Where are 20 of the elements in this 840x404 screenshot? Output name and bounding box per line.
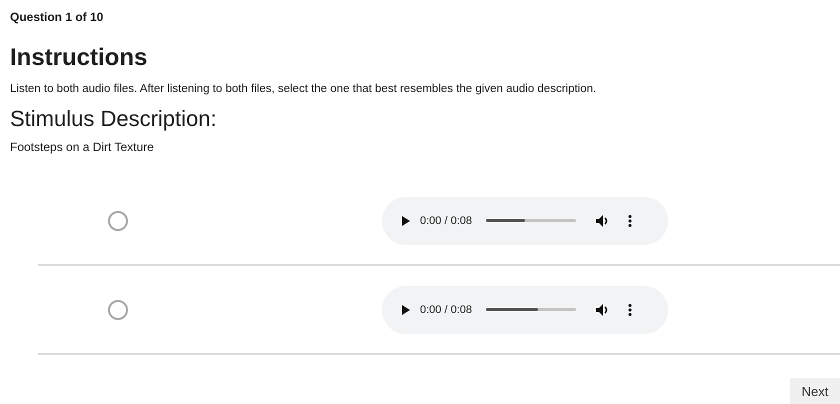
question-counter: Question 1 of 10	[10, 9, 104, 25]
progress-track[interactable]	[486, 219, 576, 222]
instructions-heading: Instructions	[10, 43, 148, 73]
audio-player[interactable]: 0:00 / 0:08	[382, 196, 668, 244]
audio-time: 0:00 / 0:08	[420, 304, 472, 316]
radio-button[interactable]	[108, 300, 128, 320]
more-options-icon[interactable]	[628, 304, 632, 316]
volume-icon[interactable]	[596, 304, 610, 316]
play-icon[interactable]	[402, 216, 410, 226]
stimulus-heading: Stimulus Description:	[10, 105, 218, 133]
more-options-icon[interactable]	[628, 214, 632, 226]
audio-time: 0:00 / 0:08	[420, 214, 472, 226]
audio-player[interactable]: 0:00 / 0:08	[382, 286, 668, 334]
instructions-text: Listen to both audio files. After listening to both files, select the one that best resembles the given audio description.	[10, 82, 598, 97]
play-icon[interactable]	[402, 304, 410, 314]
progress-track[interactable]	[486, 308, 576, 311]
volume-icon[interactable]	[596, 214, 610, 226]
stimulus-text: Footsteps on a Dirt Texture	[10, 139, 155, 155]
radio-button[interactable]	[108, 210, 128, 230]
next-button[interactable]: Next	[790, 378, 840, 404]
